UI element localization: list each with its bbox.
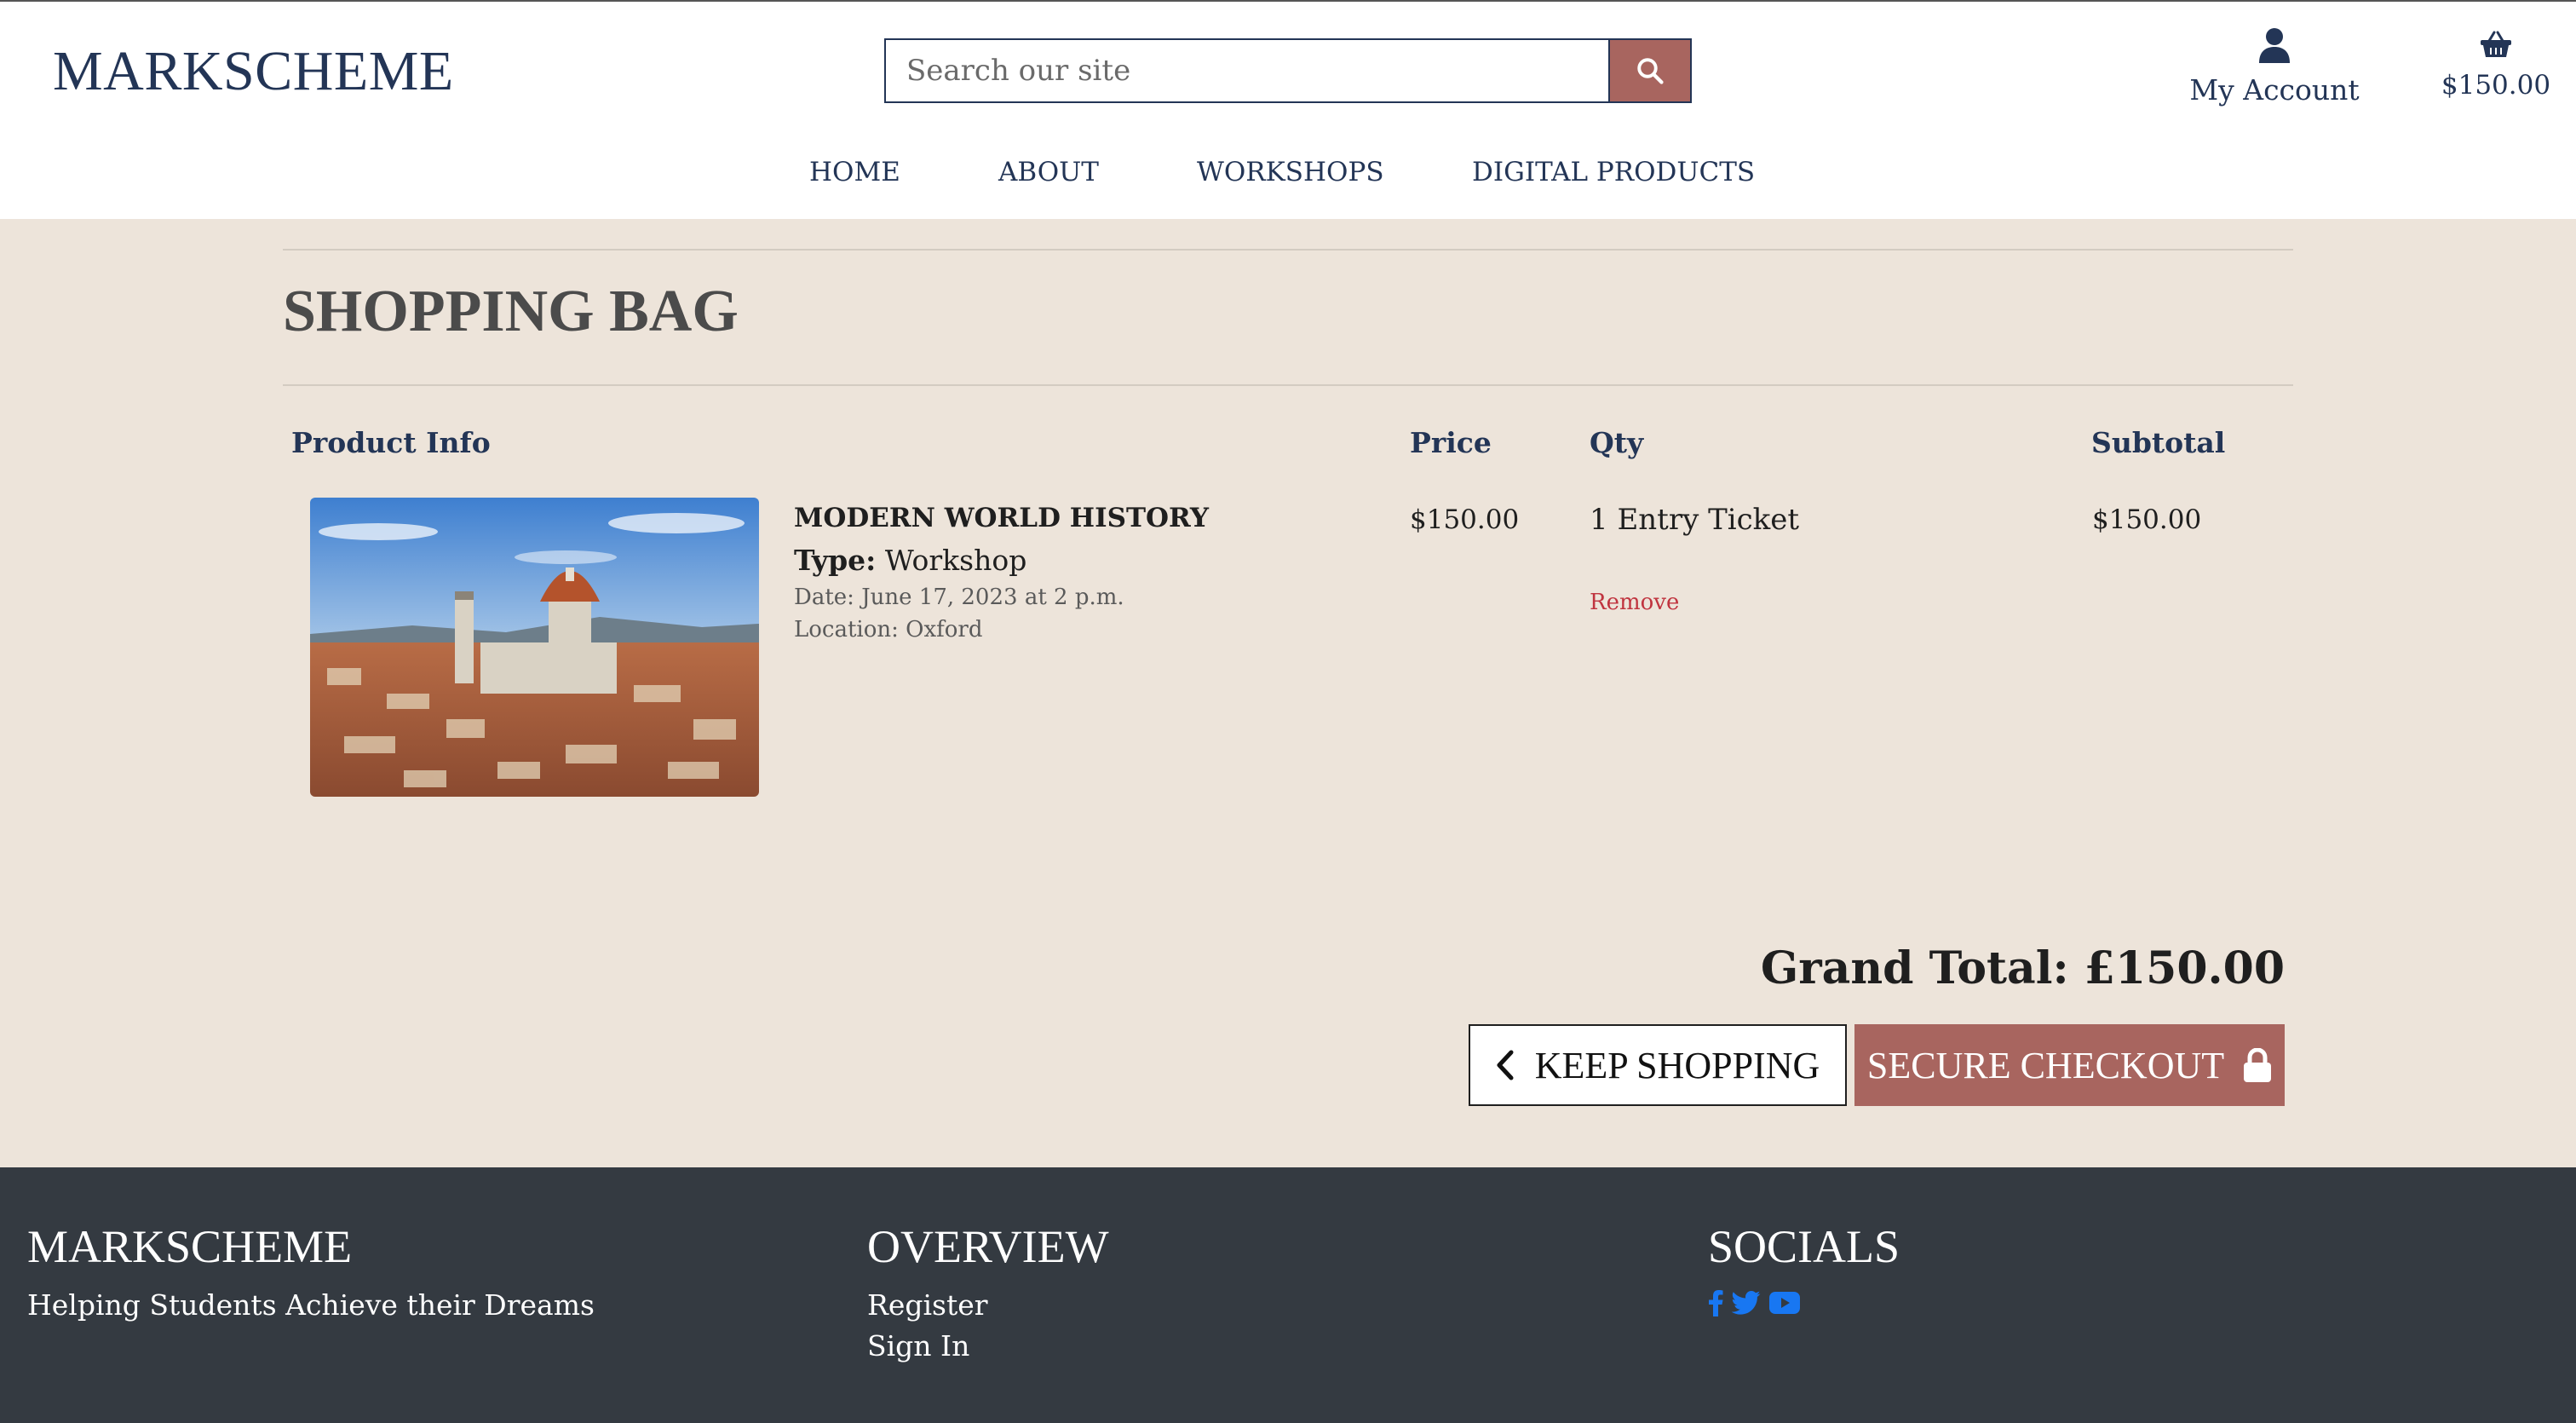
column-header-subtotal: Subtotal [2091,426,2226,459]
search-form [884,38,1692,103]
social-links [1708,1289,1800,1316]
nav-digital-products[interactable]: DIGITAL PRODUCTS [1472,157,1755,187]
footer-sign-in-link[interactable]: Sign In [867,1329,969,1363]
search-button[interactable] [1608,40,1690,101]
footer-overview-heading: OVERVIEW [867,1221,1109,1272]
product-image [310,498,759,797]
footer-socials-heading: SOCIALS [1708,1221,1900,1272]
column-header-price: Price [1410,426,1492,459]
my-account-label: My Account [2189,73,2360,107]
nav-home[interactable]: HOME [809,157,900,187]
chevron-left-icon [1497,1050,1514,1080]
item-subtotal: $150.00 [2092,504,2202,535]
footer-register-link[interactable]: Register [867,1288,988,1322]
site-footer: MARKSCHEME Helping Students Achieve thei… [0,1167,2576,1423]
column-header-product-info: Product Info [291,426,491,459]
product-location: Location: Oxford [794,617,983,642]
site-logo[interactable]: MARKSCHEME [53,39,454,104]
youtube-icon[interactable] [1769,1291,1800,1315]
keep-shopping-label: KEEP SHOPPING [1534,1044,1820,1086]
grand-total: Grand Total: £150.00 [1760,942,2285,994]
basket-icon [2481,31,2511,57]
search-icon [1637,58,1664,84]
my-account-link[interactable]: My Account [2181,27,2368,107]
nav-workshops[interactable]: WORKSHOPS [1197,157,1384,187]
bag-total: $150.00 [2441,70,2551,101]
product-date: Date: June 17, 2023 at 2 p.m. [794,585,1124,610]
search-input[interactable] [886,40,1608,101]
product-type-label: Type: [794,544,877,577]
shopping-bag-link[interactable]: $150.00 [2411,31,2576,101]
footer-tagline: Helping Students Achieve their Dreams [27,1288,595,1322]
product-type: Type: Workshop [794,544,1026,577]
product-type-value: Workshop [884,544,1027,577]
divider [283,249,2293,251]
user-icon [2259,28,2290,63]
facebook-icon[interactable] [1708,1289,1723,1316]
secure-checkout-button[interactable]: SECURE CHECKOUT [1854,1024,2285,1106]
page-title: SHOPPING BAG [283,279,739,344]
nav-about[interactable]: ABOUT [998,157,1099,187]
item-price: $150.00 [1410,504,1520,535]
keep-shopping-button[interactable]: KEEP SHOPPING [1469,1024,1847,1106]
divider [283,384,2293,386]
item-quantity: 1 Entry Ticket [1590,503,1800,537]
product-name[interactable]: MODERN WORLD HISTORY [794,503,1209,533]
twitter-icon[interactable] [1732,1290,1761,1316]
lock-icon [2244,1048,2272,1082]
remove-item-link[interactable]: Remove [1590,590,1679,615]
column-header-qty: Qty [1590,426,1644,459]
site-header: MARKSCHEME My Account $150.00 HOME A [0,0,2576,219]
secure-checkout-label: SECURE CHECKOUT [1866,1044,2225,1086]
footer-brand-heading: MARKSCHEME [27,1221,353,1272]
